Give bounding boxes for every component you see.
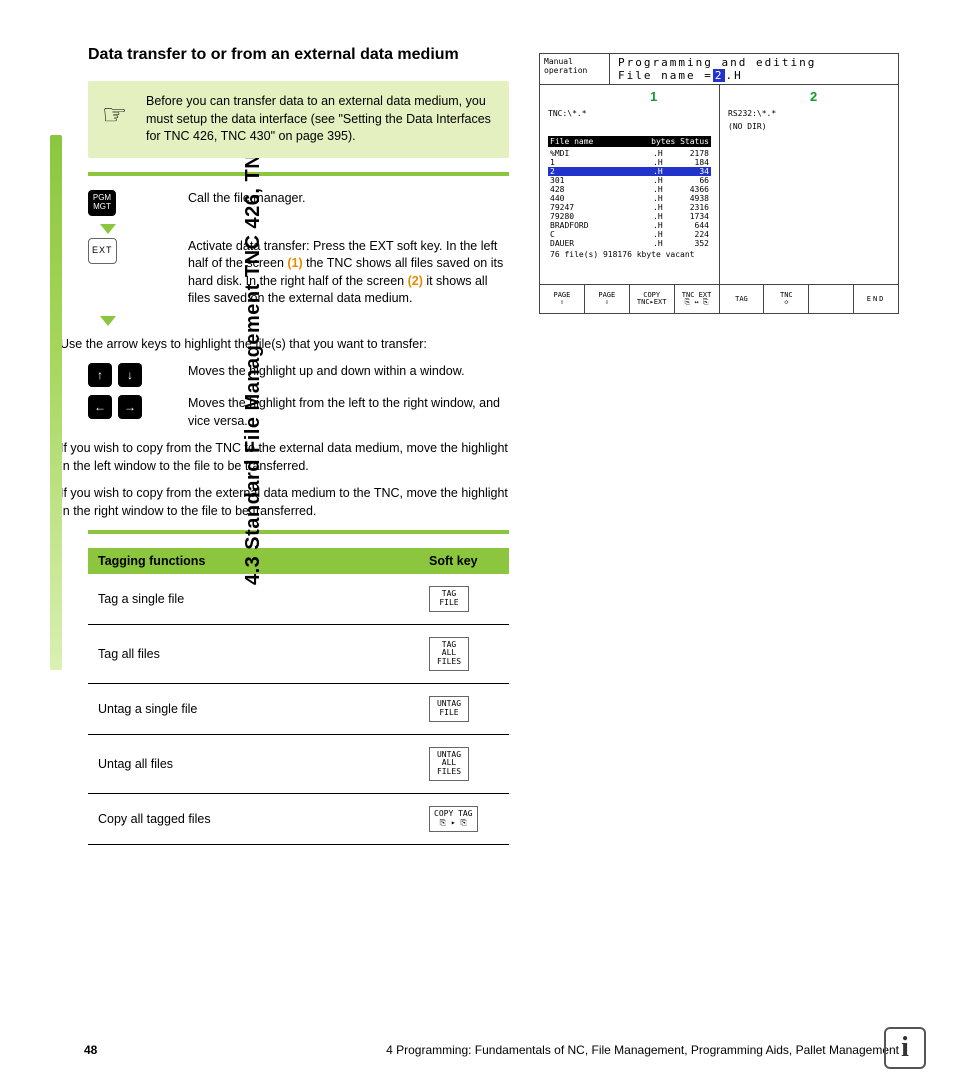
screen-mode: Manual operation	[540, 54, 610, 84]
para-copy-from-ext: If you wish to copy from the external da…	[60, 485, 509, 520]
sk-end: END	[854, 285, 898, 313]
tnc-screen: Manual operation Programming and editing…	[539, 53, 899, 314]
left-path: TNC:\*.*	[548, 109, 711, 118]
softkey-tag-all: TAG ALL FILES	[429, 637, 469, 671]
key-line2: MGT	[93, 203, 111, 212]
pane-external: 2 RS232:\*.* (NO DIR)	[719, 85, 898, 284]
table-row: Copy all tagged filesCOPY TAG ⎘ ▸ ⎘	[88, 793, 509, 844]
divider	[88, 172, 509, 176]
para-copy-to-ext: If you wish to copy from the TNC to the …	[60, 440, 509, 475]
right-column: Manual operation Programming and editing…	[539, 45, 899, 845]
sk-page-up: PAGE ⇧	[540, 285, 585, 313]
left-column: Data transfer to or from an external dat…	[88, 45, 509, 845]
softkey-row: PAGE ⇧ PAGE ⇩ COPY TNC▸EXT TNC EXT ⎘ ↔ ⎘…	[540, 284, 898, 313]
flow-arrow-icon	[100, 224, 116, 234]
page-number: 48	[84, 1043, 97, 1057]
no-dir: (NO DIR)	[728, 122, 890, 131]
table-row: Tag all filesTAG ALL FILES	[88, 624, 509, 683]
pane-number-1: 1	[650, 89, 657, 104]
divider	[88, 530, 509, 534]
sk-empty	[809, 285, 854, 313]
pane-tnc: 1 TNC:\*.* File namebytes Status %MDI.H2…	[540, 85, 719, 284]
arrows-ud-text: Moves the highlight up and down within a…	[188, 363, 509, 381]
table-row: Tag a single fileTAG FILE	[88, 574, 509, 624]
pane-number-2: 2	[810, 89, 817, 104]
softkey-copy-tag: COPY TAG ⎘ ▸ ⎘	[429, 806, 478, 832]
selected-file: 2.H34	[548, 167, 711, 176]
para-highlight: Use the arrow keys to highlight the file…	[60, 336, 509, 354]
page-heading: Data transfer to or from an external dat…	[88, 45, 509, 65]
th-softkey: Soft key	[419, 548, 509, 574]
pgm-mgt-key: PGM MGT	[88, 190, 116, 216]
softkey-untag-all: UNTAG ALL FILES	[429, 747, 469, 781]
file-name-label: File name =	[618, 69, 713, 82]
ref-1: (1)	[287, 256, 302, 270]
table-row: Untag a single fileUNTAG FILE	[88, 683, 509, 734]
flow-arrow-icon	[100, 316, 116, 326]
screen-title: Programming and editing	[618, 56, 890, 69]
step2-text: Activate data transfer: Press the EXT so…	[188, 238, 509, 308]
note-box: ☞ Before you can transfer data to an ext…	[88, 81, 509, 158]
arrow-up-key: ↑	[88, 363, 112, 387]
sk-tag: TAG	[720, 285, 765, 313]
chapter-title: 4 Programming: Fundamentals of NC, File …	[127, 1043, 899, 1057]
table-row: Untag all filesUNTAG ALL FILES	[88, 734, 509, 793]
sk-tnc: TNC ◇	[764, 285, 809, 313]
sk-page-down: PAGE ⇩	[585, 285, 630, 313]
arrow-right-key: →	[118, 395, 142, 419]
file-name-value: 2	[713, 69, 726, 82]
softkey-untag-file: UNTAG FILE	[429, 696, 469, 722]
hand-icon: ☞	[102, 95, 127, 134]
section-label: 4.3 Standard File Management TNC 426, TN…	[242, 98, 265, 585]
info-icon: i	[884, 1027, 926, 1069]
arrow-down-key: ↓	[118, 363, 142, 387]
arrow-left-key: ←	[88, 395, 112, 419]
file-name-ext: .H	[725, 69, 742, 82]
ref-2: (2)	[408, 274, 423, 288]
softkey-tag-file: TAG FILE	[429, 586, 469, 612]
file-count-footer: 76 file(s) 918176 kbyte vacant	[548, 248, 711, 261]
arrows-lr-text: Moves the highlight from the left to the…	[188, 395, 509, 430]
sk-copy: COPY TNC▸EXT	[630, 285, 675, 313]
side-accent-bar	[50, 135, 62, 670]
note-text: Before you can transfer data to an exter…	[146, 94, 491, 143]
right-path: RS232:\*.*	[728, 109, 890, 118]
page-footer: 48 4 Programming: Fundamentals of NC, Fi…	[84, 1043, 899, 1057]
ext-key: EXT	[88, 238, 117, 264]
step1-text: Call the file manager.	[188, 190, 509, 208]
sk-tnc-ext: TNC EXT ⎘ ↔ ⎘	[675, 285, 720, 313]
tagging-table: Tagging functions Soft key Tag a single …	[88, 548, 509, 845]
